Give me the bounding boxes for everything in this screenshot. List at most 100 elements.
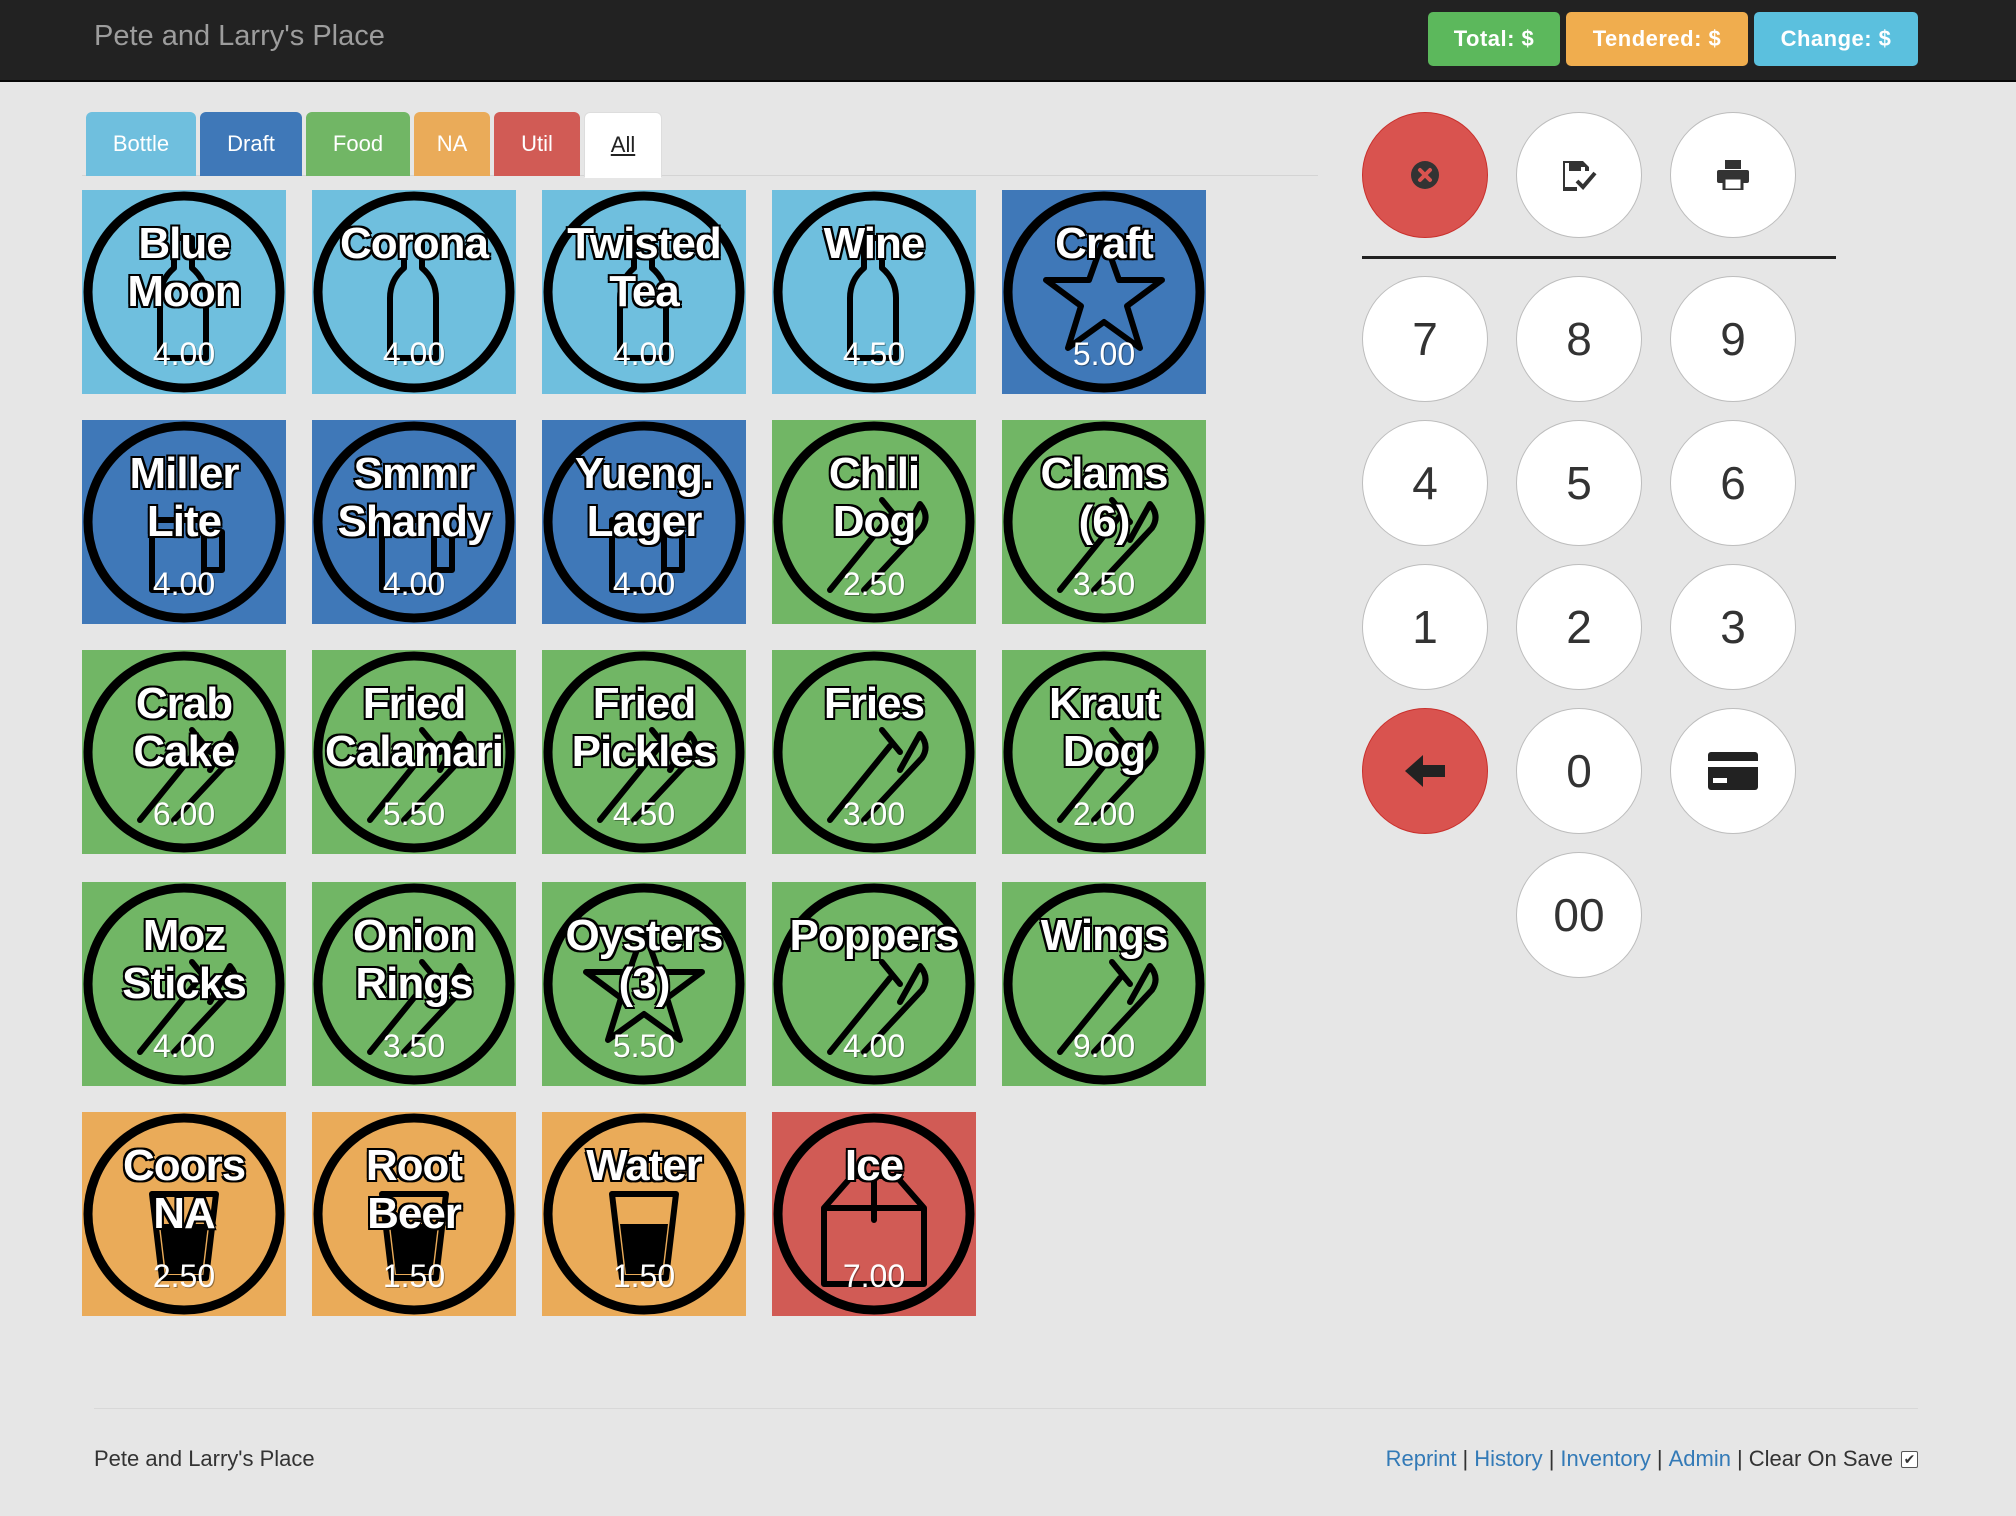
product-name-line: Water: [585, 1141, 704, 1191]
history-link[interactable]: History: [1474, 1446, 1542, 1472]
backspace-button[interactable]: [1362, 708, 1488, 834]
product-price: 4.50: [842, 336, 906, 372]
product-name-line: Ice: [844, 1141, 905, 1191]
reprint-link[interactable]: Reprint: [1386, 1446, 1457, 1472]
product-name-line: Pickles: [571, 727, 719, 777]
product-name-line: Fried: [362, 679, 468, 729]
product-tile-blue-moon[interactable]: Blue Moon 4.00: [82, 190, 286, 394]
keypad-0-button[interactable]: 0: [1516, 708, 1642, 834]
product-name: Blue Moon: [82, 219, 286, 317]
product-name: Fried Calamari: [312, 679, 516, 777]
remove-circle-icon: [1411, 161, 1439, 189]
keypad-8-button[interactable]: 8: [1516, 276, 1642, 402]
product-name: Craft: [1002, 219, 1206, 269]
clear-on-save-checkbox[interactable]: ✔: [1901, 1450, 1918, 1468]
product-name-line: Sticks: [121, 959, 248, 1009]
product-price: 2.50: [152, 1258, 216, 1294]
product-price: 2.00: [1072, 796, 1136, 832]
keypad-7-button[interactable]: 7: [1362, 276, 1488, 402]
product-tile-wings[interactable]: Wings 9.00: [1002, 882, 1206, 1086]
product-tile-twisted-tea[interactable]: Twisted Tea 4.00: [542, 190, 746, 394]
product-name-line: NA: [152, 1189, 217, 1239]
product-name-line: Dog: [1062, 727, 1148, 777]
product-price: 6.00: [152, 796, 216, 832]
product-price: 4.50: [612, 796, 676, 832]
inventory-link[interactable]: Inventory: [1560, 1446, 1651, 1472]
tab-bottle[interactable]: Bottle: [86, 112, 196, 176]
product-tile-oysters-3[interactable]: Oysters (3) 5.50: [542, 882, 746, 1086]
keypad-2-button[interactable]: 2: [1516, 564, 1642, 690]
separator: |: [1462, 1446, 1469, 1471]
product-name-line: Coors: [122, 1141, 247, 1191]
tab-food[interactable]: Food: [306, 112, 410, 176]
product-name: Onion Rings: [312, 911, 516, 1009]
total-badge: Total: $: [1428, 12, 1560, 66]
product-tile-coors-na[interactable]: Coors NA 2.50: [82, 1112, 286, 1316]
product-name-line: Blue: [137, 219, 231, 269]
product-tile-craft[interactable]: Craft 5.00: [1002, 190, 1206, 394]
product-tile-water[interactable]: Water 1.50: [542, 1112, 746, 1316]
product-tile-fried-calamari[interactable]: Fried Calamari 5.50: [312, 650, 516, 854]
product-name: Root Beer: [312, 1141, 516, 1239]
product-price: 3.00: [842, 796, 906, 832]
separator: |: [1656, 1446, 1663, 1471]
tab-util[interactable]: Util: [494, 112, 580, 176]
product-tile-smmr-shandy[interactable]: Smmr Shandy 4.00: [312, 420, 516, 624]
keypad-1-button[interactable]: 1: [1362, 564, 1488, 690]
product-name-line: Lite: [146, 497, 223, 547]
product-tile-yueng-lager[interactable]: Yueng. Lager 4.00: [542, 420, 746, 624]
product-name-line: Smmr: [353, 449, 477, 499]
product-price: 7.00: [842, 1258, 906, 1294]
product-tile-miller-lite[interactable]: Miller Lite 4.00: [82, 420, 286, 624]
arrow-left-icon: [1405, 755, 1445, 787]
product-price: 4.00: [382, 566, 446, 602]
product-name-line: Fried: [592, 679, 698, 729]
product-tile-moz-sticks[interactable]: Moz Sticks 4.00: [82, 882, 286, 1086]
keypad-4-button[interactable]: 4: [1362, 420, 1488, 546]
product-name-line: Calamari: [324, 727, 505, 777]
product-tile-root-beer[interactable]: Root Beer 1.50: [312, 1112, 516, 1316]
tab-all[interactable]: All: [584, 112, 662, 178]
product-name: Oysters (3): [542, 911, 746, 1009]
tab-draft[interactable]: Draft: [200, 112, 302, 176]
product-name-line: Oysters: [565, 911, 725, 961]
product-price: 4.00: [612, 566, 676, 602]
product-name-line: Onion: [352, 911, 477, 961]
product-name: Ice: [772, 1141, 976, 1191]
keypad-9-button[interactable]: 9: [1670, 276, 1796, 402]
admin-link[interactable]: Admin: [1669, 1446, 1731, 1472]
product-tile-chili-dog[interactable]: Chili Dog 2.50: [772, 420, 976, 624]
cancel-button[interactable]: [1362, 112, 1488, 238]
keypad-5-button[interactable]: 5: [1516, 420, 1642, 546]
product-price: 4.00: [152, 336, 216, 372]
product-tile-fries[interactable]: Fries 3.00: [772, 650, 976, 854]
product-price: 4.00: [152, 1028, 216, 1064]
product-tile-clams-6[interactable]: Clams (6) 3.50: [1002, 420, 1206, 624]
product-tile-wine[interactable]: Wine 4.50: [772, 190, 976, 394]
product-name-line: Cake: [132, 727, 236, 777]
product-price: 5.50: [382, 796, 446, 832]
product-tile-corona[interactable]: Corona 4.00: [312, 190, 516, 394]
save-button[interactable]: [1516, 112, 1642, 238]
product-name: Corona: [312, 219, 516, 269]
product-name-line: Poppers: [788, 911, 960, 961]
product-tile-fried-pickles[interactable]: Fried Pickles 4.50: [542, 650, 746, 854]
keypad-double-zero-button[interactable]: 00: [1516, 852, 1642, 978]
product-tile-onion-rings[interactable]: Onion Rings 3.50: [312, 882, 516, 1086]
product-tile-crab-cake[interactable]: Crab Cake 6.00: [82, 650, 286, 854]
product-price: 9.00: [1072, 1028, 1136, 1064]
product-tile-ice[interactable]: Ice 7.00: [772, 1112, 976, 1316]
product-name-line: (6): [1078, 497, 1132, 547]
product-tile-poppers[interactable]: Poppers 4.00: [772, 882, 976, 1086]
keypad-6-button[interactable]: 6: [1670, 420, 1796, 546]
product-name: Wings: [1002, 911, 1206, 961]
product-name-line: Moon: [126, 267, 242, 317]
print-button[interactable]: [1670, 112, 1796, 238]
footer-divider: [94, 1408, 1918, 1409]
keypad-3-button[interactable]: 3: [1670, 564, 1796, 690]
product-name-line: Corona: [339, 219, 490, 269]
card-payment-button[interactable]: [1670, 708, 1796, 834]
product-tile-kraut-dog[interactable]: Kraut Dog 2.00: [1002, 650, 1206, 854]
brand-title[interactable]: Pete and Larry's Place: [94, 20, 385, 53]
tab-na[interactable]: NA: [414, 112, 490, 176]
